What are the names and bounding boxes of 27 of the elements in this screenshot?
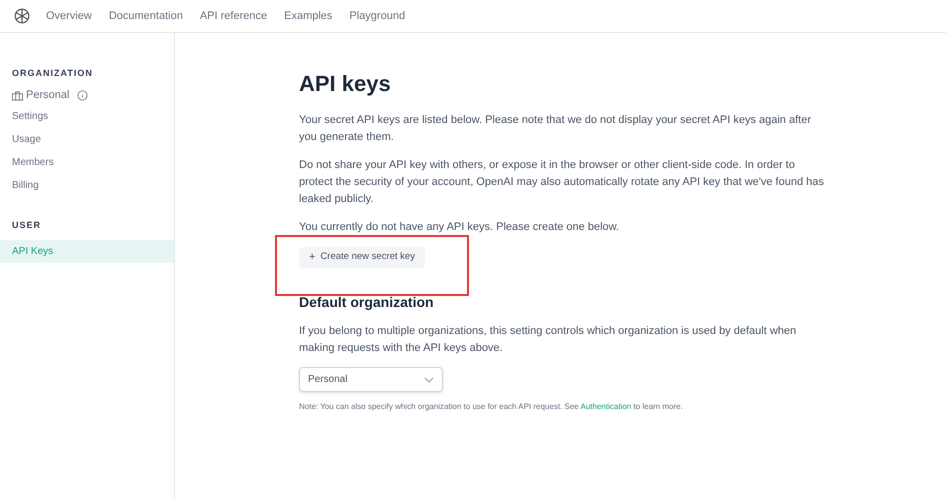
nav-link[interactable]: Playground [349, 8, 406, 24]
authentication-link[interactable]: Authentication [580, 402, 632, 411]
org-name[interactable]: Personal [26, 87, 70, 104]
paragraph: You currently do not have any API keys. Please create one below. [299, 220, 620, 235]
nav-link[interactable]: Examples [284, 8, 332, 24]
section-title: Default organization [299, 293, 435, 312]
logo-icon[interactable] [13, 7, 31, 25]
sidebar-item[interactable]: Usage [0, 128, 174, 150]
info-icon [77, 90, 88, 101]
sidebar-item[interactable]: Members [0, 150, 174, 174]
sidebar-item[interactable]: API Keys [0, 240, 174, 263]
sidebar-item[interactable]: Settings [0, 104, 174, 128]
create-key-button[interactable]: + Create new secret key [299, 247, 425, 268]
organization-select[interactable]: Personal [299, 367, 443, 392]
note-text: Note: You can also specify which organization to use for each API request. See Authentication to learn more. [299, 401, 684, 413]
paragraph: Your secret API keys are listed below. Please note that we do not display your secret API keys again after you generate them. [299, 113, 812, 145]
briefcase-icon [12, 90, 23, 100]
section-heading: USER [11, 218, 42, 232]
paragraph: If you belong to multiple organizations, this setting controls which organization is used by default when making requests with the API keys above. [299, 324, 798, 356]
nav-link[interactable]: Documentation [108, 8, 183, 24]
page-title: API keys [299, 70, 392, 98]
nav-link[interactable]: Overview [46, 8, 92, 24]
section-heading: ORGANIZATION [11, 67, 94, 80]
nav-link[interactable]: API reference [200, 8, 268, 24]
paragraph: Do not share your API key with others, or expose it in the browser or other client-side code. In order to protect the security of your account, OpenAI may also automatically rotate any API key that we've found has leaked publicly. [299, 158, 825, 207]
chevron-down-icon [424, 376, 434, 382]
sidebar-item[interactable]: Billing [0, 174, 174, 196]
